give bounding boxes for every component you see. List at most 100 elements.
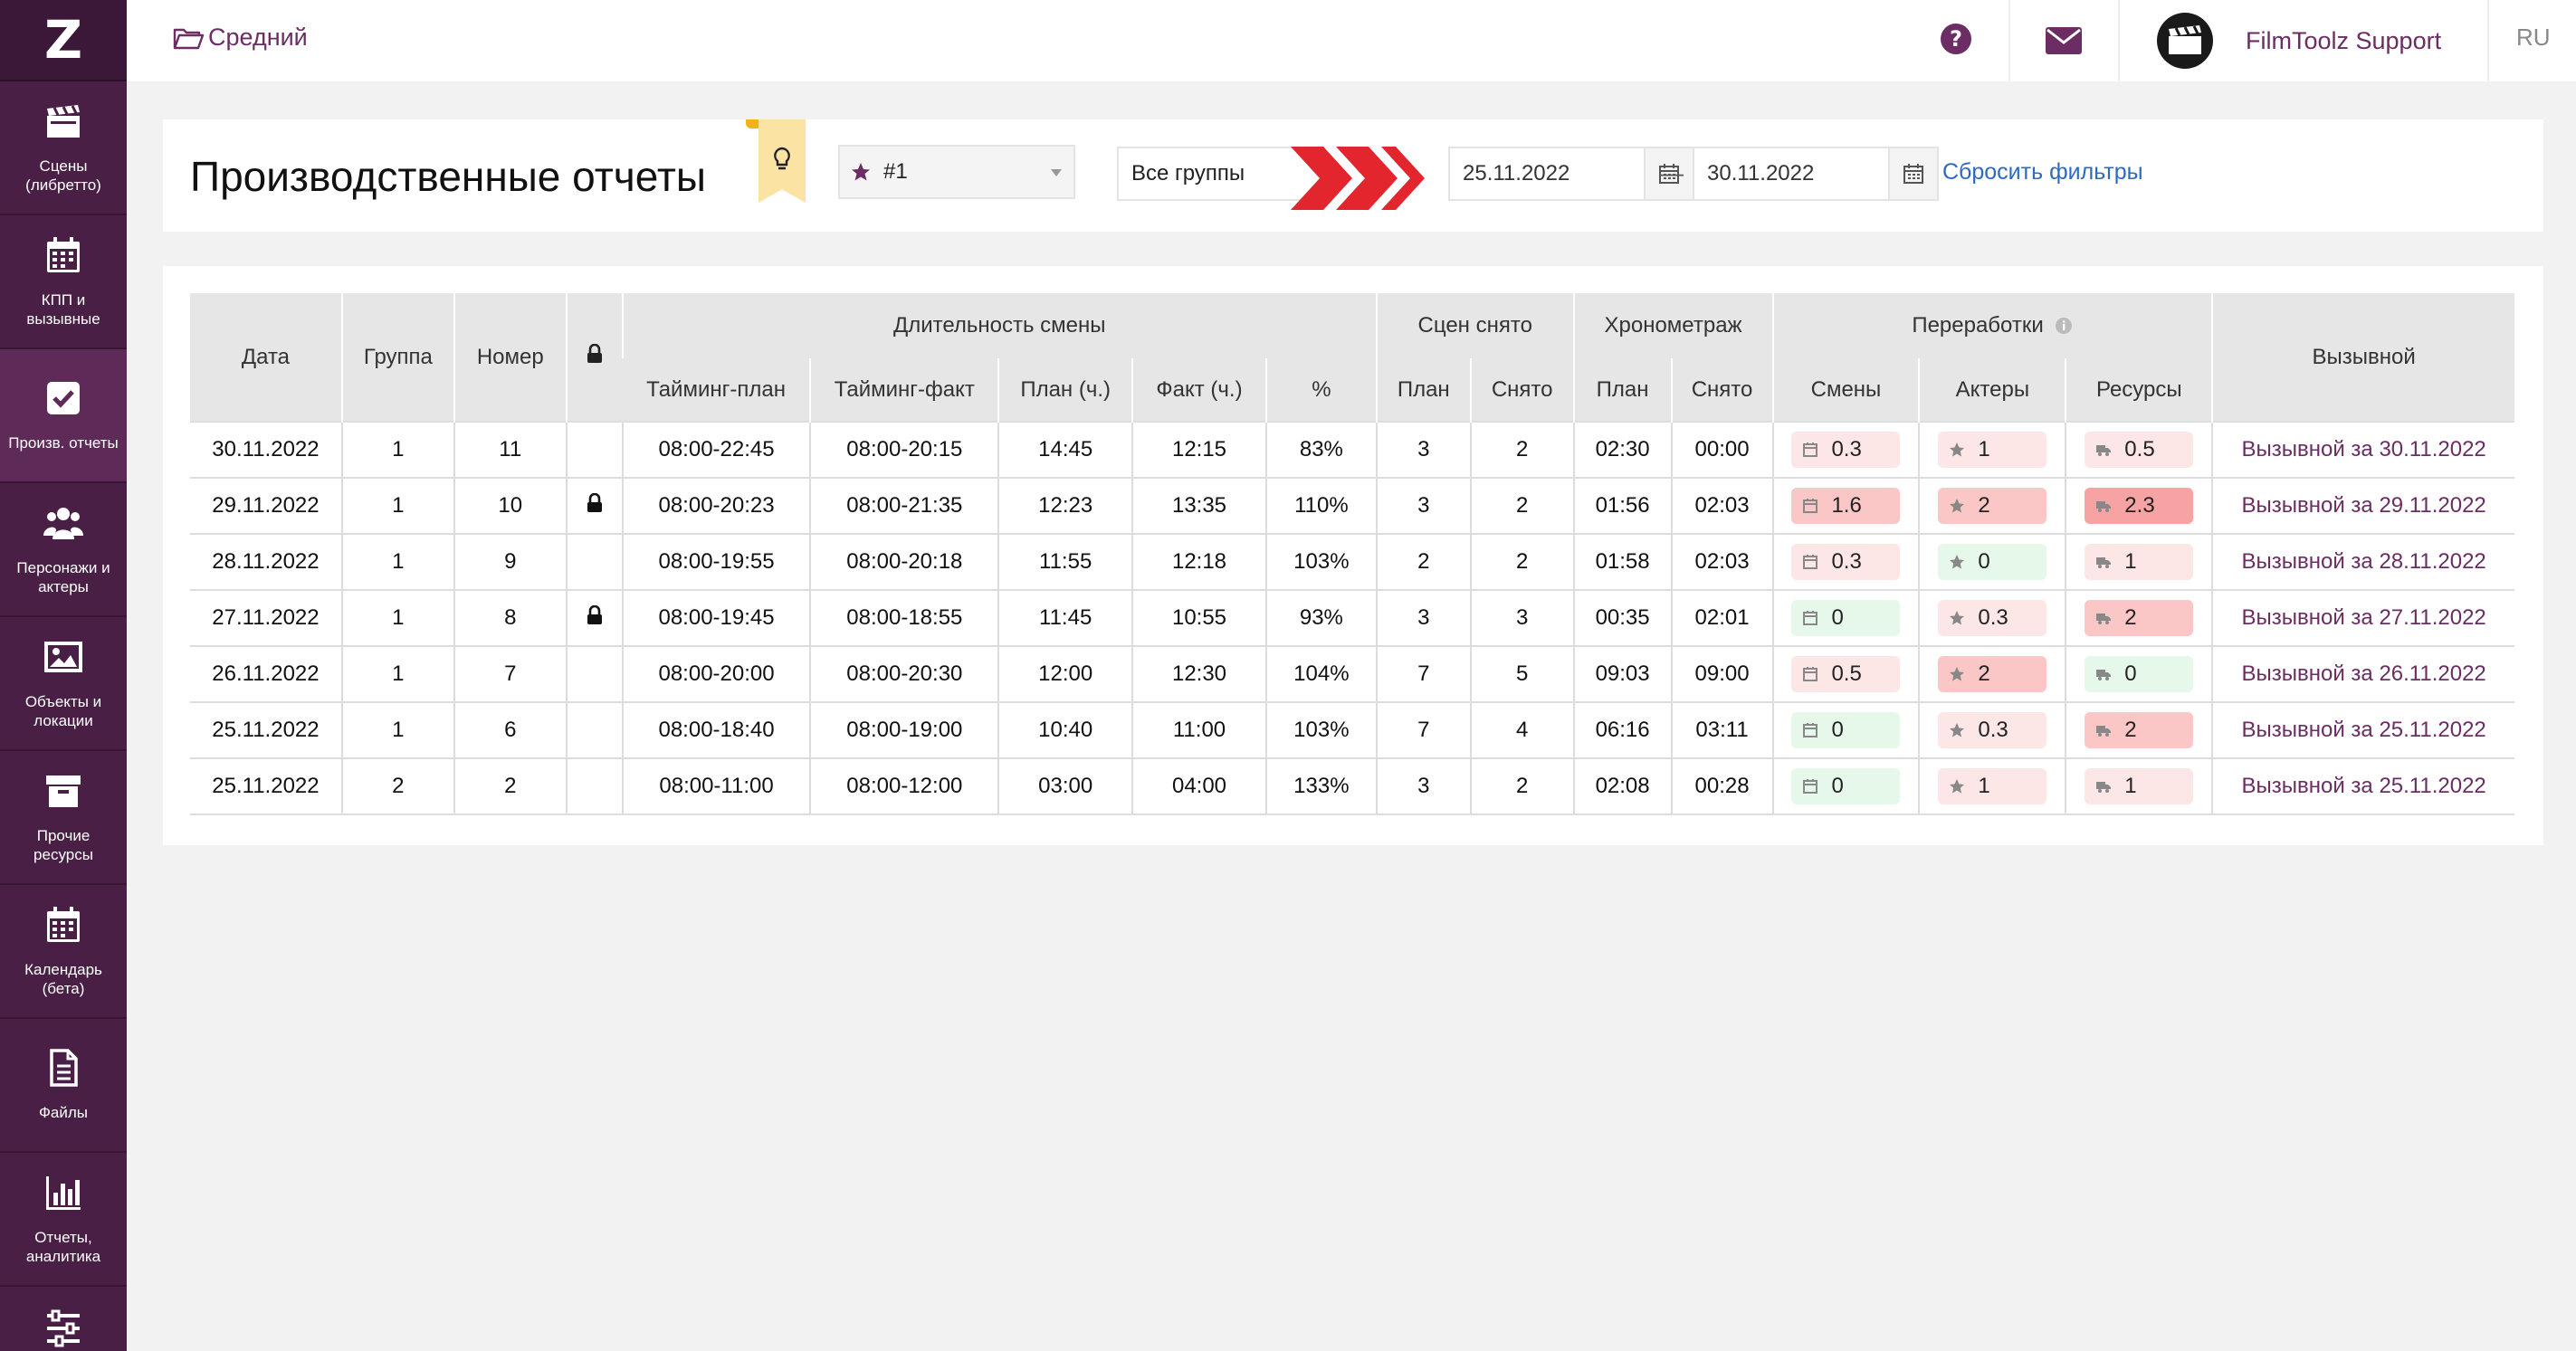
date-from-field[interactable]: 25.11.2022 — [1448, 147, 1694, 201]
cell-chrono-done: 02:03 — [1670, 533, 1773, 590]
info-icon[interactable] — [2055, 317, 2073, 335]
sidebar-item-5[interactable]: Прочие ресурсы — [0, 751, 127, 885]
file-icon — [43, 1048, 83, 1103]
date-to-field[interactable]: 30.11.2022 — [1693, 147, 1939, 201]
table-row[interactable]: 25.11.2022 2 2 08:00-11:00 08:00-12:00 03:00 0… — [190, 757, 2514, 815]
help-icon[interactable]: ? — [1939, 22, 1973, 61]
truck-icon — [2096, 726, 2112, 737]
overtime-resources-cell: 0 — [2065, 645, 2213, 702]
star-icon — [1950, 499, 1965, 513]
cell-fact-hours: 12:18 — [1131, 533, 1266, 590]
col-number[interactable]: Номер — [453, 293, 567, 422]
clapperboard-icon — [43, 101, 83, 157]
col-overtime-shifts[interactable]: Смены — [1771, 358, 1920, 422]
overtime-resources-badge: 1 — [2085, 544, 2194, 580]
sidebar-item-7[interactable]: Файлы — [0, 1019, 127, 1153]
col-chronometry: Хронометраж — [1572, 293, 1773, 358]
col-percent[interactable]: % — [1264, 358, 1377, 422]
sidebar-item-0[interactable]: Сцены (либретто) — [0, 81, 127, 215]
date-range-dash: — — [1660, 159, 1684, 186]
cell-lock — [565, 589, 623, 646]
col-date[interactable]: Дата — [190, 293, 342, 422]
col-fact-hours[interactable]: Факт (ч.) — [1131, 358, 1266, 422]
callsheet-link[interactable]: Вызывной за 26.11.2022 — [2241, 661, 2485, 686]
cell-group: 1 — [340, 645, 454, 702]
cell-chrono-plan: 01:56 — [1572, 477, 1672, 534]
cell-scenes-done: 2 — [1469, 477, 1574, 534]
col-shift-duration: Длительность смены — [621, 293, 1377, 358]
overtime-actors-cell: 1 — [1918, 757, 2066, 815]
callsheet-link[interactable]: Вызывной за 27.11.2022 — [2241, 605, 2485, 630]
col-overtime-resources[interactable]: Ресурсы — [2065, 358, 2213, 422]
cell-chrono-done: 02:03 — [1670, 477, 1773, 534]
language-switch[interactable]: RU — [2516, 24, 2551, 52]
callsheet-link[interactable]: Вызывной за 30.11.2022 — [2241, 437, 2485, 461]
sidebar-item-2[interactable]: Произв. отчеты — [0, 349, 127, 483]
sidebar-item-9[interactable] — [0, 1287, 127, 1351]
col-group[interactable]: Группа — [340, 293, 454, 422]
cell-chrono-done: 03:11 — [1670, 701, 1773, 758]
col-plan-hours[interactable]: План (ч.) — [997, 358, 1133, 422]
user-menu[interactable]: FilmToolz Support — [2157, 0, 2441, 81]
col-timing-fact[interactable]: Тайминг-факт — [809, 358, 999, 422]
table-row[interactable]: 26.11.2022 1 7 08:00-20:00 08:00-20:30 12:00 1… — [190, 645, 2514, 702]
sidebar-item-8[interactable]: Отчеты, аналитика — [0, 1153, 127, 1287]
star-icon — [1950, 555, 1965, 569]
table-row[interactable]: 25.11.2022 1 6 08:00-18:40 08:00-19:00 10:40 1… — [190, 701, 2514, 758]
truck-icon — [2096, 782, 2112, 793]
col-overtime-actors[interactable]: Актеры — [1918, 358, 2066, 422]
sidebar-item-1[interactable]: КПП и вызывные — [0, 215, 127, 349]
overtime-actors-badge: 2 — [1938, 656, 2047, 692]
star-icon — [1950, 667, 1965, 681]
overtime-resources-value: 0 — [2124, 661, 2137, 686]
table-row[interactable]: 27.11.2022 1 8 08:00-19:45 08:00-18:55 11:45 1… — [190, 589, 2514, 646]
sidebar-item-3[interactable]: Персонажи и актеры — [0, 483, 127, 617]
calendar-icon — [1803, 667, 1818, 681]
col-scenes-plan[interactable]: План — [1375, 358, 1471, 422]
cell-percent: 104% — [1264, 645, 1377, 702]
callsheet-link[interactable]: Вызывной за 28.11.2022 — [2241, 549, 2485, 574]
col-chrono-plan[interactable]: План — [1572, 358, 1672, 422]
user-name: FilmToolz Support — [2246, 26, 2442, 54]
table-row[interactable]: 29.11.2022 1 10 08:00-20:23 08:00-21:35 12:23… — [190, 477, 2514, 534]
overtime-shifts-value: 0.3 — [1831, 437, 1862, 461]
callsheet-link[interactable]: Вызывной за 29.11.2022 — [2241, 493, 2485, 518]
cell-percent: 93% — [1264, 589, 1377, 646]
callsheet-link[interactable]: Вызывной за 25.11.2022 — [2241, 718, 2485, 742]
calendar-icon[interactable] — [1888, 148, 1937, 199]
overtime-resources-cell: 2.3 — [2065, 477, 2213, 534]
sidebar-item-6[interactable]: Календарь (бета) — [0, 885, 127, 1019]
sidebar-item-4[interactable]: Объекты и локации — [0, 617, 127, 751]
group-select-value: Все группы — [1131, 161, 1245, 186]
overtime-shifts-value: 0 — [1831, 605, 1844, 630]
cell-chrono-plan: 09:03 — [1572, 645, 1672, 702]
cell-callsheet: Вызывной за 25.11.2022 — [2211, 757, 2514, 815]
callsheet-link[interactable]: Вызывной за 25.11.2022 — [2241, 774, 2485, 798]
unit-select[interactable]: #1 — [838, 145, 1075, 199]
cell-scenes-done: 4 — [1469, 701, 1574, 758]
app-logo[interactable]: Z — [0, 0, 127, 81]
table-row[interactable]: 28.11.2022 1 9 08:00-19:55 08:00-20:18 11:55 1… — [190, 533, 2514, 590]
overtime-shifts-cell: 0 — [1771, 757, 1920, 815]
overtime-shifts-badge: 0 — [1791, 712, 1901, 748]
col-chrono-done[interactable]: Снято — [1670, 358, 1773, 422]
col-timing-plan[interactable]: Тайминг-план — [622, 358, 811, 422]
reset-filters-link[interactable]: Сбросить фильтры — [1942, 159, 2143, 186]
breadcrumb-project[interactable]: Средний — [172, 24, 308, 52]
calendar-icon — [1803, 611, 1818, 625]
tips-bookmark[interactable] — [758, 119, 806, 203]
cell-scenes-plan: 3 — [1375, 757, 1471, 815]
overtime-shifts-value: 1.6 — [1831, 493, 1862, 518]
mail-icon[interactable] — [2046, 27, 2082, 59]
cell-scenes-plan: 2 — [1375, 533, 1471, 590]
cell-fact-hours: 12:30 — [1131, 645, 1266, 702]
col-scenes-done[interactable]: Снято — [1469, 358, 1574, 422]
overtime-resources-badge: 2 — [2085, 712, 2194, 748]
table-row[interactable]: 30.11.2022 1 11 08:00-22:45 08:00-20:15 14:45… — [190, 421, 2514, 478]
archive-icon — [43, 771, 83, 826]
cell-plan-hours: 03:00 — [997, 757, 1133, 815]
overtime-actors-badge: 1 — [1938, 768, 2047, 804]
cell-timing-fact: 08:00-20:15 — [809, 421, 999, 478]
overtime-actors-value: 0.3 — [1978, 718, 2008, 742]
overtime-shifts-cell: 1.6 — [1771, 477, 1920, 534]
